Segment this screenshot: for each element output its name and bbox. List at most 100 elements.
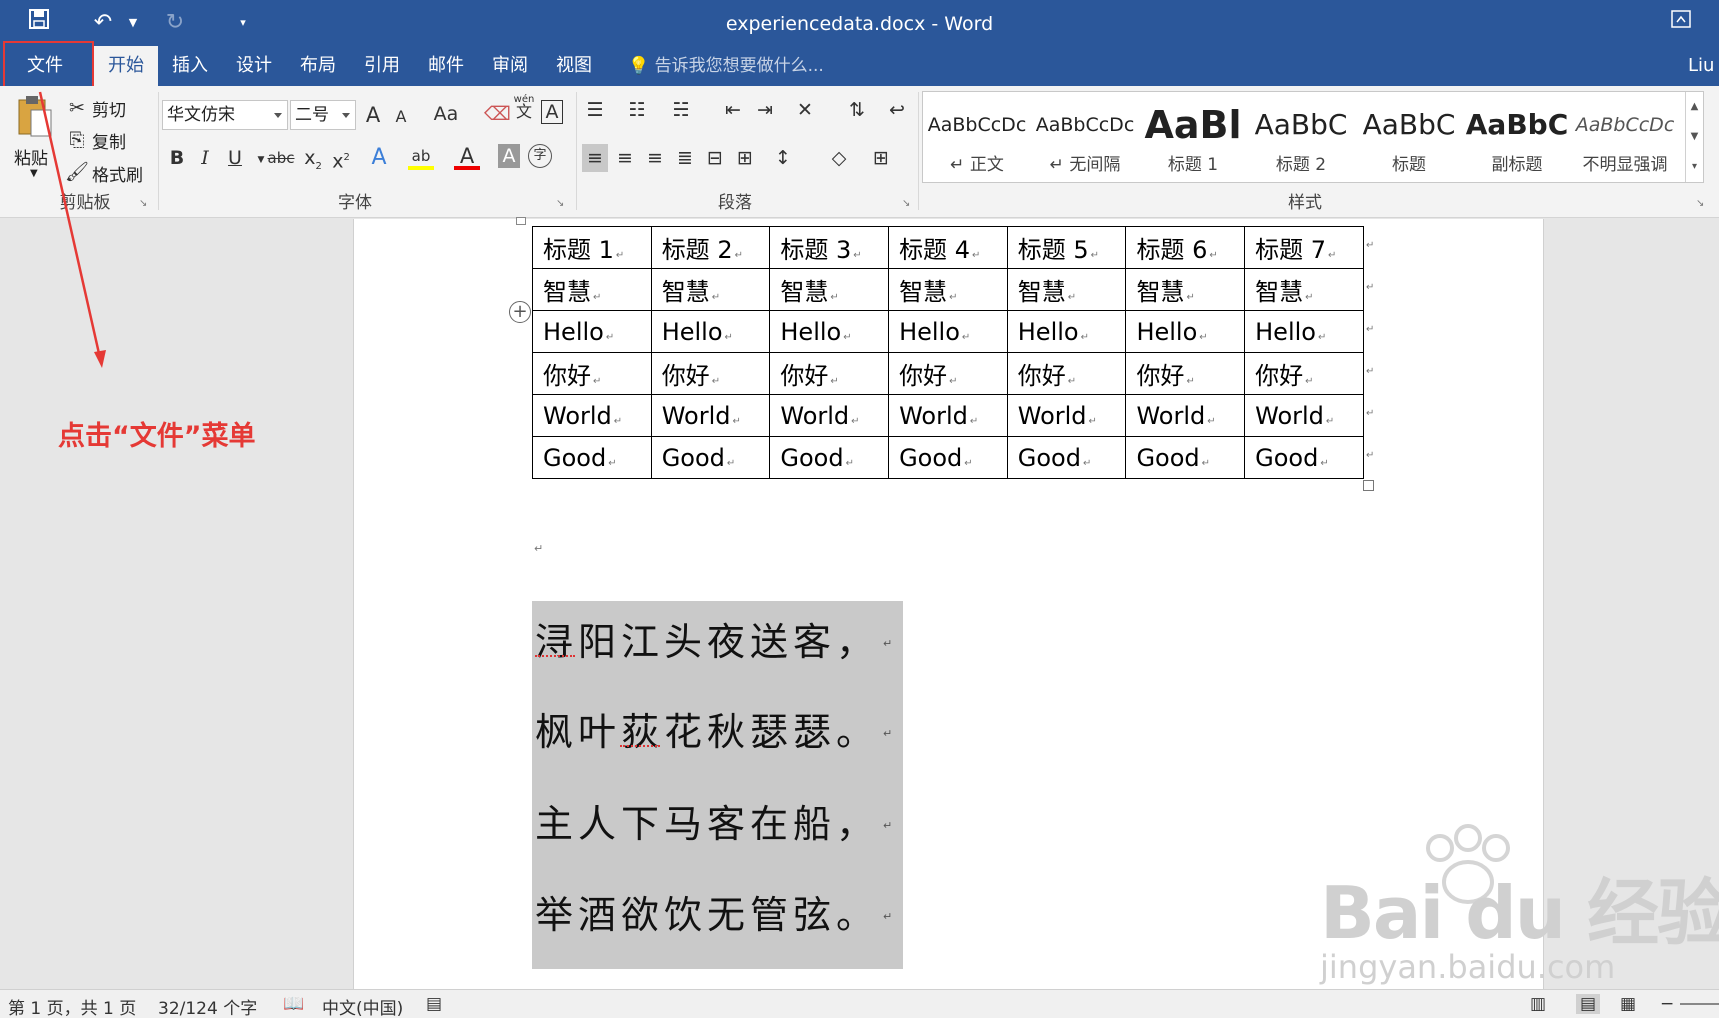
table-cell[interactable]: 你好 ↵	[888, 352, 1008, 395]
scroll-down-icon[interactable]: ▼	[1686, 122, 1703, 152]
line-spacing-icon[interactable]: ↕	[770, 144, 796, 172]
column-distribute-icon[interactable]: ⊞	[732, 144, 758, 172]
highlight-color-icon[interactable]: ab	[408, 142, 434, 170]
tab-mailings[interactable]: 邮件	[414, 46, 478, 86]
table-cell[interactable]: World ↵	[1244, 394, 1364, 437]
phonetic-guide-icon[interactable]: wén 文	[511, 94, 537, 122]
tab-references[interactable]: 引用	[350, 46, 414, 86]
table-cell[interactable]: 标题 1 ↵	[532, 226, 652, 269]
more-styles-icon[interactable]: ▾	[1686, 152, 1703, 182]
table-move-handle[interactable]	[516, 217, 526, 225]
paragraph-launcher-icon[interactable]: ↘	[902, 198, 910, 209]
insert-row-icon[interactable]: +	[509, 301, 531, 323]
styles-launcher-icon[interactable]: ↘	[1696, 198, 1704, 209]
numbering-icon[interactable]: ☷	[624, 96, 650, 124]
text-effects-icon[interactable]: A	[366, 144, 392, 172]
tell-me-box[interactable]: 💡 告诉我您想要做什么...	[628, 46, 824, 86]
web-layout-icon[interactable]: ▦	[1620, 994, 1636, 1014]
table-cell[interactable]: Hello ↵	[650, 310, 771, 353]
table-cell[interactable]: Good ↵	[1006, 436, 1127, 479]
subscript-button[interactable]: x2	[300, 144, 326, 172]
zoom-slider[interactable]	[1680, 1003, 1719, 1005]
justify-icon[interactable]: ≣	[672, 144, 698, 172]
table-cell[interactable]: Good ↵	[1125, 436, 1246, 479]
table-cell[interactable]: 标题 4 ↵	[888, 226, 1008, 269]
character-shading-icon[interactable]: A	[498, 144, 520, 168]
table-cell[interactable]: World ↵	[1006, 394, 1127, 437]
table-cell[interactable]: Good ↵	[769, 436, 890, 479]
grow-font-icon[interactable]: A	[360, 101, 386, 129]
table-cell[interactable]: 你好 ↵	[532, 352, 652, 395]
table-cell[interactable]: Good ↵	[1244, 436, 1364, 479]
decrease-indent-icon[interactable]: ⇤	[720, 96, 746, 124]
proofing-icon[interactable]: 📖	[283, 994, 304, 1014]
table-cell[interactable]: Hello ↵	[1244, 310, 1364, 353]
style-no-spacing[interactable]: AaBbCcDc ↵ 无间隔	[1031, 92, 1139, 182]
table-cell[interactable]: World ↵	[769, 394, 890, 437]
table-cell[interactable]: World ↵	[650, 394, 771, 437]
format-painter-button[interactable]: 格式刷	[92, 161, 143, 186]
table-cell[interactable]: 智慧 ↵	[650, 268, 771, 311]
style-heading-1[interactable]: AaBl 标题 1	[1139, 92, 1247, 182]
zoom-out-icon[interactable]: −	[1660, 994, 1674, 1014]
tab-design[interactable]: 设计	[222, 46, 286, 86]
enclose-characters-icon[interactable]: 字	[528, 144, 552, 168]
selected-poem-text[interactable]: 浔阳江头夜送客， ↵ 枫叶荻花秋瑟瑟。 ↵ 主人下马客在船， ↵ 举酒欲饮无管弦…	[532, 601, 903, 969]
table-cell[interactable]: Good ↵	[650, 436, 771, 479]
font-size-dropdown[interactable]: 二号	[290, 100, 356, 130]
macro-record-icon[interactable]: ▤	[426, 994, 442, 1014]
superscript-button[interactable]: x2	[328, 144, 354, 172]
italic-button[interactable]: I	[192, 144, 218, 172]
table-resize-handle[interactable]	[1363, 480, 1374, 491]
table-cell[interactable]: 智慧 ↵	[532, 268, 652, 311]
font-launcher-icon[interactable]: ↘	[556, 198, 564, 209]
tab-review[interactable]: 审阅	[478, 46, 542, 86]
font-name-dropdown[interactable]: 华文仿宋	[162, 100, 288, 130]
scroll-up-icon[interactable]: ▲	[1686, 92, 1703, 122]
chinese-layout-icon[interactable]: ✕	[792, 96, 818, 124]
table-cell[interactable]: Good ↵	[888, 436, 1008, 479]
paste-button[interactable]: 粘贴 ▼	[10, 92, 60, 192]
tab-view[interactable]: 视图	[542, 46, 606, 86]
tab-layout[interactable]: 布局	[286, 46, 350, 86]
table-cell[interactable]: World ↵	[888, 394, 1008, 437]
table-cell[interactable]: 标题 3 ↵	[769, 226, 890, 269]
style-normal[interactable]: AaBbCcDc ↵ 正文	[923, 92, 1031, 182]
style-subtitle[interactable]: AaBbC 副标题	[1463, 92, 1571, 182]
sort-icon[interactable]: ⇅	[844, 96, 870, 124]
distributed-icon[interactable]: ⊟	[702, 144, 728, 172]
language[interactable]: 中文(中国)	[322, 994, 403, 1018]
table-cell[interactable]: 智慧 ↵	[1125, 268, 1246, 311]
table-cell[interactable]: 你好 ↵	[769, 352, 890, 395]
align-right-icon[interactable]: ≡	[642, 144, 668, 172]
table-cell[interactable]: 你好 ↵	[1125, 352, 1246, 395]
table-cell[interactable]: Hello ↵	[769, 310, 890, 353]
print-layout-icon[interactable]: ▤	[1576, 994, 1601, 1014]
table-cell[interactable]: 智慧 ↵	[769, 268, 890, 311]
bold-button[interactable]: B	[164, 144, 190, 172]
ribbon-display-options-icon[interactable]	[1666, 8, 1696, 38]
account-name[interactable]: Liu	[1688, 46, 1719, 86]
underline-button[interactable]: U	[222, 144, 248, 172]
tab-insert[interactable]: 插入	[158, 46, 222, 86]
clipboard-launcher-icon[interactable]: ↘	[139, 198, 147, 209]
font-color-icon[interactable]: A	[454, 142, 480, 170]
show-marks-icon[interactable]: ↩	[884, 96, 910, 124]
table-cell[interactable]: Hello ↵	[1006, 310, 1127, 353]
align-center-icon[interactable]: ≡	[612, 144, 638, 172]
table-cell[interactable]: Hello ↵	[1125, 310, 1246, 353]
table-cell[interactable]: 你好 ↵	[1244, 352, 1364, 395]
document-table[interactable]: 标题 1 ↵ 标题 2 ↵ 标题 3 ↵ 标题 4 ↵ 标题 5 ↵ 标题 6 ↵ 标题 7 ↵ 智慧 ↵ 智慧…	[532, 226, 1364, 479]
table-cell[interactable]: World ↵	[532, 394, 652, 437]
table-cell[interactable]: 标题 7 ↵	[1244, 226, 1364, 269]
style-subtle-emphasis[interactable]: AaBbCcDc 不明显强调	[1571, 92, 1679, 182]
word-count[interactable]: 32/124 个字	[158, 994, 257, 1018]
table-cell[interactable]: Hello ↵	[888, 310, 1008, 353]
change-case-icon[interactable]: Aa	[426, 100, 466, 128]
table-cell[interactable]: 智慧 ↵	[888, 268, 1008, 311]
shrink-font-icon[interactable]: A	[388, 103, 414, 131]
table-cell[interactable]: Good ↵	[532, 436, 652, 479]
table-cell[interactable]: 智慧 ↵	[1244, 268, 1364, 311]
table-cell[interactable]: 智慧 ↵	[1006, 268, 1127, 311]
table-cell[interactable]: World ↵	[1125, 394, 1246, 437]
